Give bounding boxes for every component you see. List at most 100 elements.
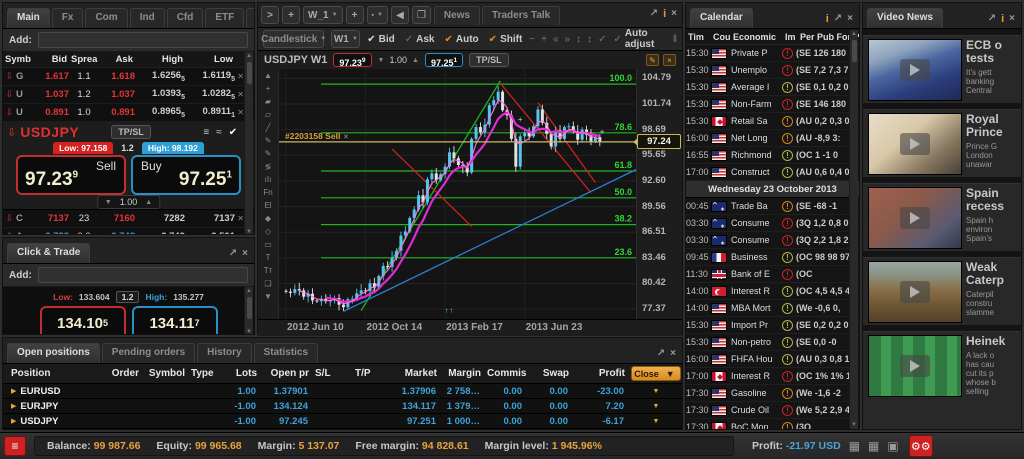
calendar-row[interactable]: 15:30Unemplo!(SE 7,2 7,3 7,: [686, 62, 859, 79]
expand-row-icon[interactable]: ▶: [11, 417, 16, 425]
expand-icon[interactable]: ↗: [650, 8, 658, 20]
position-row[interactable]: ▶EURUSD1.001.379011.379062 758…0.000.00-…: [3, 384, 682, 399]
calendar-row[interactable]: 16:00FHFA Hou!(AU 0,3 0,8 1,: [686, 351, 859, 368]
expand-row-icon[interactable]: ▶: [11, 402, 16, 410]
col-bid[interactable]: Bid: [39, 54, 69, 65]
play-icon[interactable]: [900, 133, 930, 155]
text-icon[interactable]: T: [266, 252, 271, 264]
add-timeframe-button[interactable]: +: [346, 6, 364, 24]
watchlist-row[interactable]: ⇩U1.0371.21.0371.039351.02825✕: [3, 86, 254, 104]
row-menu-icon[interactable]: ▼: [628, 388, 683, 395]
watchlist-tab-+[interactable]: +: [246, 8, 255, 28]
close-icon[interactable]: ×: [663, 54, 676, 66]
watchlist-row[interactable]: ⇩G1.6171.11.6181.625651.61195✕: [3, 68, 254, 86]
calendar-row[interactable]: 17:00Construct!(AU 0,6 0,4 0,: [686, 164, 859, 181]
watchlist-tab-etf[interactable]: ETF: [205, 8, 244, 28]
volume-up-icon[interactable]: ▲: [145, 199, 152, 206]
objects-icon[interactable]: ❏: [264, 278, 271, 290]
ask-price-chip[interactable]: 97.251: [425, 53, 463, 67]
remove-symbol-icon[interactable]: ✕: [237, 72, 244, 81]
layout-grid2-icon[interactable]: ▦: [868, 439, 879, 453]
tpsl-button[interactable]: TP/SL: [469, 53, 509, 67]
function-icon[interactable]: Fn: [263, 187, 272, 199]
positions-col-tp[interactable]: T/P: [352, 368, 388, 379]
calendar-icon[interactable]: ▣: [887, 439, 898, 453]
toggle-bid[interactable]: ✔Bid: [367, 34, 395, 45]
back-arrow-icon[interactable]: ◀: [391, 6, 409, 24]
video-thumbnail[interactable]: [868, 261, 962, 323]
scroll-up-icon[interactable]: ▲: [264, 70, 272, 82]
col-low[interactable]: Low: [185, 54, 235, 65]
calendar-row[interactable]: 15:30Private P!(SE 126 180 1:: [686, 45, 859, 62]
account-menu-button[interactable]: ≡: [4, 436, 26, 456]
text2-icon[interactable]: Tт: [264, 265, 273, 277]
info-icon[interactable]: i: [663, 8, 666, 20]
watchlist-tab-ind[interactable]: Ind: [130, 8, 165, 28]
video-thumbnail[interactable]: [868, 113, 962, 175]
calendar-row[interactable]: 15:30Non-petro!(SE 0,0 -0: [686, 334, 859, 351]
timeframe-select-2[interactable]: W1▼: [331, 30, 360, 48]
calendar-row[interactable]: 15:30Non-Farm!(SE 146 180 16: [686, 96, 859, 113]
add-chart-button[interactable]: +: [282, 6, 300, 24]
toggle-auto[interactable]: ✔Auto: [445, 34, 479, 45]
watchlist-tab-com[interactable]: Com: [85, 8, 127, 28]
calendar-row[interactable]: 17:30Crude Oil!(We 5,2 2,9 4,: [686, 402, 859, 419]
confirm-check-icon[interactable]: ✔: [229, 127, 237, 138]
video-thumbnail[interactable]: [868, 39, 962, 101]
calendar-row[interactable]: 16:00Net Long!(AU -8,9 3:: [686, 130, 859, 147]
chart-type-select[interactable]: Candlestick▼: [263, 30, 324, 48]
rectangle-icon[interactable]: ▭: [264, 239, 272, 251]
remove-symbol-icon[interactable]: ✕: [237, 108, 244, 117]
row-menu-icon[interactable]: ▼: [628, 403, 683, 410]
col-ask[interactable]: Ask: [99, 54, 135, 65]
chart-tab-news[interactable]: News: [434, 6, 480, 25]
timeframe-select[interactable]: W_1▼: [303, 6, 343, 24]
click-trade-scrollbar[interactable]: ▲▼: [244, 287, 253, 335]
watchlist-tab-fx[interactable]: Fx: [52, 8, 84, 28]
positions-col-position[interactable]: Position: [3, 368, 98, 379]
calendar-row[interactable]: 15:30Retail Sa!(AU 0,2 0,3 0,: [686, 113, 859, 130]
positions-tab-open-positions[interactable]: Open positions: [7, 343, 100, 363]
ellipse-icon[interactable]: El: [264, 200, 271, 212]
video-thumbnail[interactable]: [868, 187, 962, 249]
calendar-scrollbar[interactable]: ▲▼: [849, 30, 858, 429]
tpsl-button[interactable]: TP/SL: [111, 125, 151, 139]
close-icon[interactable]: ×: [671, 8, 677, 20]
positions-col-openpr[interactable]: Open pr: [260, 368, 312, 379]
add-indicator-icon[interactable]: +: [266, 83, 271, 95]
zoom-icon-0[interactable]: −: [529, 34, 535, 45]
expand-row-icon[interactable]: ▶: [11, 387, 16, 395]
volume-stepper[interactable]: ▼ 1.00 ▲: [97, 195, 160, 209]
arrow-down-marker-icon[interactable]: ◇: [265, 226, 271, 238]
row-menu-icon[interactable]: ▼: [628, 418, 683, 425]
calendar-row[interactable]: 14:00MBA Mort!(We -0,6 0,: [686, 300, 859, 317]
positions-tab-pending-orders[interactable]: Pending orders: [102, 343, 195, 363]
histogram-icon[interactable]: ıIı: [265, 174, 272, 186]
remove-symbol-icon[interactable]: ✕: [237, 232, 244, 235]
watchlist-row[interactable]: ⇩C713723716072827137✕: [3, 210, 254, 228]
sell-button[interactable]: Sell 97.239: [16, 155, 126, 195]
positions-tab-statistics[interactable]: Statistics: [254, 343, 318, 363]
expand-icon[interactable]: ↗: [834, 13, 842, 25]
video-thumbnail[interactable]: [868, 335, 962, 397]
zoom-icon-2[interactable]: «: [553, 34, 559, 45]
video-item[interactable]: ECB otestsIt's gettbankingCentral: [863, 29, 1021, 101]
trendline-icon[interactable]: ╱: [266, 122, 271, 134]
zoom-icon-5[interactable]: ↕: [587, 34, 592, 45]
window-layout-icon[interactable]: ❐: [412, 6, 431, 24]
video-item[interactable]: RoyalPrincePrince GLondonunawar: [863, 103, 1021, 175]
close-icon[interactable]: ×: [242, 248, 248, 260]
play-icon[interactable]: [900, 355, 930, 377]
watchlist-add-input[interactable]: [38, 32, 248, 48]
price-axis[interactable]: 104.79101.7498.6995.6592.6089.5686.5183.…: [636, 69, 682, 319]
edit-icon[interactable]: ✎: [646, 54, 659, 66]
layers-alt-icon[interactable]: ▱: [265, 109, 271, 121]
sell-button[interactable]: 134.105: [40, 306, 126, 335]
calendar-row[interactable]: 16:55Richmond!(OC 1 -1 0: [686, 147, 859, 164]
col-high[interactable]: High: [135, 54, 185, 65]
watchlist-row[interactable]: ⇩U0.8911.00.8910.896550.89111✕: [3, 104, 254, 122]
pencil2-icon[interactable]: ✎: [265, 148, 272, 160]
scroll-down-icon[interactable]: ▼: [264, 291, 272, 303]
bid-price-chip[interactable]: 97.239: [333, 53, 371, 67]
layers-icon[interactable]: ▰: [265, 96, 271, 108]
